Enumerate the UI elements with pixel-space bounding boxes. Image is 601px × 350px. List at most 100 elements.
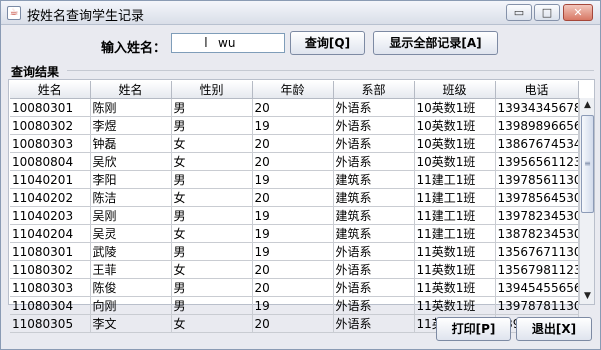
table-cell: 外语系 — [333, 278, 415, 297]
table-row[interactable]: 11080303 陈俊男 20 外语系 11英数1班 13945455656 — [10, 278, 579, 297]
show-all-button[interactable]: 显示全部记录[A] — [373, 31, 498, 55]
table-cell: 武陵 — [90, 242, 172, 261]
scroll-up-icon[interactable]: ▲ — [580, 98, 595, 113]
table-cell: 10英数1班 — [414, 152, 496, 171]
column-header-phone[interactable]: 电话 — [495, 81, 579, 99]
scroll-down-icon[interactable]: ▼ — [580, 289, 595, 304]
maximize-button[interactable]: □ — [534, 4, 560, 21]
table-cell: 外语系 — [333, 242, 415, 261]
table-row[interactable]: 11080304 向刚男 19 外语系 11英数1班 13978781130 — [10, 296, 579, 315]
table-cell: 11建工1班 — [414, 170, 496, 189]
table-cell: 10英数1班 — [414, 116, 496, 135]
table-cell: 建筑系 — [333, 170, 415, 189]
column-header-department[interactable]: 系部 — [333, 81, 415, 99]
table-cell: 外语系 — [333, 296, 415, 315]
table-row[interactable]: 11040204 吴灵女 19 建筑系 11建工1班 13878234530 — [10, 224, 579, 243]
table-cell: 11080301 — [10, 242, 91, 261]
table-cell: 13867674534 — [495, 134, 579, 153]
table-row[interactable]: 10080301 陈刚男 20 外语系 10英数1班 13934345678 — [10, 98, 579, 117]
name-search-input[interactable] — [171, 33, 285, 53]
table-row[interactable]: 11080302 王菲女 20 外语系 11英数1班 13567981123 — [10, 260, 579, 279]
table-cell: 吴欣 — [90, 152, 172, 171]
table-row[interactable]: 11040202 陈洁女 20 建筑系 11建工1班 13978564530 — [10, 188, 579, 207]
table-cell: 10英数1班 — [414, 98, 496, 117]
java-app-icon: ☕ — [7, 6, 21, 20]
table-cell: 11080304 — [10, 296, 91, 315]
table-cell: 10英数1班 — [414, 134, 496, 153]
exit-button[interactable]: 退出[X] — [516, 317, 592, 341]
table-cell: 13978781130 — [495, 296, 579, 315]
table-cell: 女 — [171, 134, 253, 153]
table-cell: 男 — [171, 98, 253, 117]
vertical-scrollbar[interactable]: ▲ ≡ ▼ — [579, 98, 594, 304]
table-cell: 11建工1班 — [414, 206, 496, 225]
table-row[interactable]: 10080302 李煜男 19 外语系 10英数1班 13989896656 — [10, 116, 579, 135]
table-cell: 外语系 — [333, 116, 415, 135]
table-cell: 11建工1班 — [414, 188, 496, 207]
table-cell: 向刚 — [90, 296, 172, 315]
column-header-name[interactable]: 姓名 — [90, 81, 172, 99]
table-cell: 20 — [252, 314, 334, 333]
text-cursor-icon: I — [204, 36, 208, 51]
table-cell: 李文 — [90, 314, 172, 333]
table-cell: 男 — [171, 206, 253, 225]
table-cell: 19 — [252, 170, 334, 189]
column-header-age[interactable]: 年龄 — [252, 81, 334, 99]
table-cell: 陈洁 — [90, 188, 172, 207]
table-cell: 外语系 — [333, 134, 415, 153]
table-cell: 20 — [252, 278, 334, 297]
table-cell: 13978561130 — [495, 170, 579, 189]
table-cell: 吴灵 — [90, 224, 172, 243]
table-row[interactable]: 10080303 钟磊女 20 外语系 10英数1班 13867674534 — [10, 134, 579, 153]
table-cell: 20 — [252, 188, 334, 207]
print-button[interactable]: 打印[P] — [436, 317, 511, 341]
table-cell: 女 — [171, 260, 253, 279]
table-cell: 吴刚 — [90, 206, 172, 225]
table-cell: 男 — [171, 296, 253, 315]
table-cell: 女 — [171, 224, 253, 243]
column-header-id[interactable]: 姓名 — [10, 81, 91, 99]
results-table-panel: 姓名 姓名 性别 年龄 系部 班级 电话 10080301 陈刚男 20 外语系 10英… — [8, 79, 595, 333]
table-cell: 19 — [252, 206, 334, 225]
table-cell: 13878234530 — [495, 224, 579, 243]
table-cell: 外语系 — [333, 260, 415, 279]
query-button[interactable]: 查询[Q] — [290, 31, 365, 55]
column-header-class[interactable]: 班级 — [414, 81, 496, 99]
table-cell: 11英数1班 — [414, 296, 496, 315]
table-cell: 13978564530 — [495, 188, 579, 207]
close-button[interactable]: ✕ — [563, 4, 593, 21]
table-cell: 11080302 — [10, 260, 91, 279]
table-cell: 20 — [252, 98, 334, 117]
scroll-thumb[interactable]: ≡ — [581, 115, 594, 213]
table-cell: 外语系 — [333, 152, 415, 171]
search-label: 输入姓名： — [101, 41, 167, 56]
minimize-button[interactable]: ▭ — [506, 4, 532, 21]
table-cell: 女 — [171, 152, 253, 171]
column-header-gender[interactable]: 性别 — [171, 81, 253, 99]
table-cell: 外语系 — [333, 314, 415, 333]
table-cell: 13567981123 — [495, 260, 579, 279]
main-window: ☕ 按姓名查询学生记录 ▭ □ ✕ 输入姓名： I 查询[Q] 显示全部记录[A… — [0, 0, 601, 350]
table-cell: 11040204 — [10, 224, 91, 243]
table-cell: 10080302 — [10, 116, 91, 135]
table-cell: 王菲 — [90, 260, 172, 279]
table-cell: 女 — [171, 188, 253, 207]
table-cell: 11英数1班 — [414, 242, 496, 261]
table-cell: 20 — [252, 134, 334, 153]
table-cell: 11080305 — [10, 314, 91, 333]
table-cell: 李阳 — [90, 170, 172, 189]
table-body: 10080301 陈刚男 20 外语系 10英数1班 13934345678 1008030… — [10, 98, 579, 333]
window-title: 按姓名查询学生记录 — [27, 9, 145, 24]
table-row[interactable]: 11040203 吴刚男 19 建筑系 11建工1班 13978234530 — [10, 206, 579, 225]
table-cell: 13956561123 — [495, 152, 579, 171]
table-cell: 19 — [252, 116, 334, 135]
group-divider — [67, 70, 594, 71]
table-row[interactable]: 10080804 吴欣女 20 外语系 10英数1班 13956561123 — [10, 152, 579, 171]
table-cell: 陈刚 — [90, 98, 172, 117]
table-cell: 建筑系 — [333, 206, 415, 225]
table-row[interactable]: 11080301 武陵男 19 外语系 11英数1班 13567671130 — [10, 242, 579, 261]
table-row[interactable]: 11040201 李阳男 19 建筑系 11建工1班 13978561130 — [10, 170, 579, 189]
table-cell: 19 — [252, 224, 334, 243]
table-cell: 19 — [252, 242, 334, 261]
search-row: 输入姓名： I 查询[Q] 显示全部记录[A] — [1, 31, 600, 57]
